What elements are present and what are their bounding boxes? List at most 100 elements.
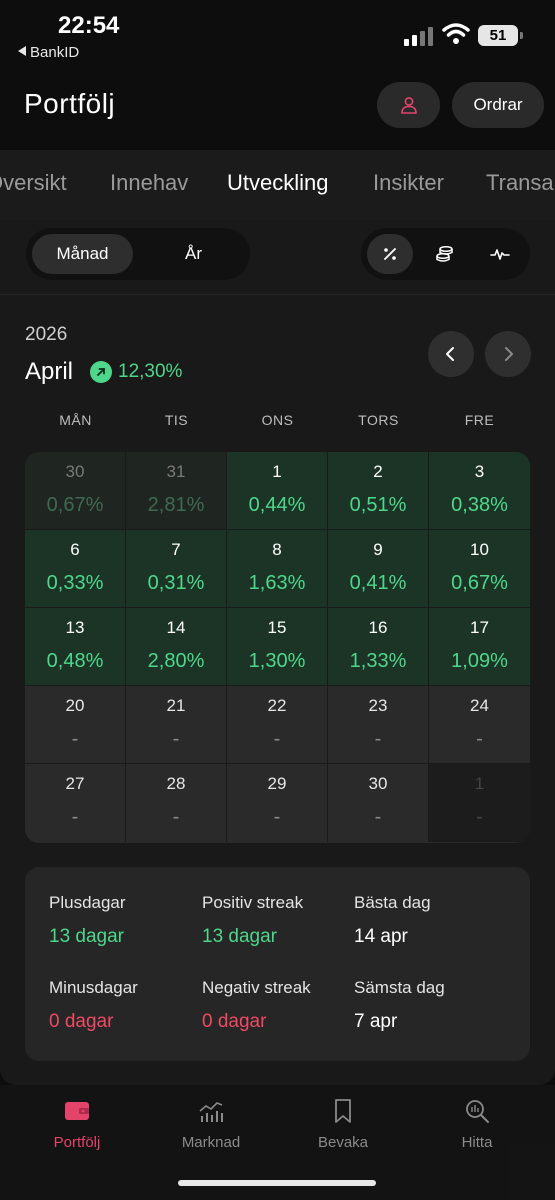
back-to-app-link[interactable]: BankID bbox=[18, 44, 79, 61]
best-day-value: 14 apr bbox=[354, 926, 408, 947]
calendar-day-cell[interactable]: 1 0,44% bbox=[227, 452, 328, 530]
calendar-day-cell[interactable]: 30 0,67% bbox=[25, 452, 126, 530]
day-change: - bbox=[374, 806, 382, 828]
day-change: 1,09% bbox=[451, 650, 508, 672]
market-chart-icon bbox=[199, 1102, 223, 1122]
day-change: - bbox=[476, 806, 483, 828]
calendar-day-cell[interactable]: 29 - bbox=[227, 764, 328, 842]
day-number: 20 bbox=[65, 696, 85, 715]
stats-panel: Plusdagar 13 dagar Positiv streak 13 dag… bbox=[25, 867, 530, 1061]
nav-portfolio-label: Portfölj bbox=[53, 1134, 101, 1151]
calendar-day-cell[interactable]: 6 0,33% bbox=[25, 530, 126, 608]
next-month-button[interactable] bbox=[485, 331, 531, 377]
percent-view-button[interactable] bbox=[367, 234, 413, 274]
nav-market-label: Marknad bbox=[181, 1134, 241, 1151]
minus-days-value: 0 dagar bbox=[49, 1011, 114, 1032]
profile-button[interactable] bbox=[377, 82, 440, 128]
worst-day-label: Sämsta dag bbox=[354, 978, 445, 997]
calendar-day-cell[interactable]: 17 1,09% bbox=[429, 608, 530, 686]
search-icon bbox=[466, 1100, 489, 1123]
day-change: 1,63% bbox=[248, 572, 306, 594]
day-number: 9 bbox=[373, 540, 383, 559]
calendar-day-cell[interactable]: 10 0,67% bbox=[429, 530, 530, 608]
positive-streak-value: 13 dagar bbox=[202, 926, 278, 947]
weekday-header: MÅN bbox=[59, 412, 92, 428]
day-change: 0,48% bbox=[46, 650, 104, 672]
nav-watch-label: Bevaka bbox=[317, 1134, 369, 1151]
calendar-day-cell[interactable]: 21 - bbox=[126, 686, 227, 764]
day-number: 29 bbox=[267, 774, 287, 793]
nav-find[interactable]: Hitta bbox=[408, 1085, 546, 1165]
day-number: 30 bbox=[65, 462, 85, 481]
period-year-option[interactable]: År bbox=[143, 234, 244, 274]
bookmark-icon bbox=[335, 1099, 351, 1123]
calendar-day-cell[interactable]: 28 - bbox=[126, 764, 227, 842]
calendar-day-cell[interactable]: 1- bbox=[429, 764, 530, 842]
day-change: 0,31% bbox=[147, 572, 205, 594]
section-tabs: Översikt Innehav Utveckling Insikter Tra… bbox=[0, 150, 555, 220]
day-change: - bbox=[71, 806, 79, 828]
pulse-chart-icon bbox=[490, 249, 510, 260]
period-toggle: Månad År bbox=[26, 228, 250, 280]
tab-insikter[interactable]: Insikter bbox=[373, 170, 444, 196]
period-month-option[interactable]: Månad bbox=[32, 234, 133, 274]
amount-view-button[interactable] bbox=[422, 234, 468, 274]
calendar-day-cell[interactable]: 23 - bbox=[328, 686, 429, 764]
orders-button[interactable]: Ordrar bbox=[452, 82, 544, 128]
calendar-day-cell[interactable]: 30 - bbox=[328, 764, 429, 842]
previous-month-button[interactable] bbox=[428, 331, 474, 377]
clock: 22:54 bbox=[58, 12, 120, 39]
negative-streak-value: 0 dagar bbox=[202, 1011, 267, 1032]
day-number: 13 bbox=[65, 618, 85, 637]
nav-portfolio[interactable]: Portfölj bbox=[8, 1085, 146, 1165]
nav-watch[interactable]: Bevaka bbox=[274, 1085, 412, 1165]
calendar-day-cell[interactable]: 27 - bbox=[25, 764, 126, 842]
tab-oversikt[interactable]: Översikt bbox=[0, 170, 67, 196]
day-change: - bbox=[273, 806, 281, 828]
day-number: 27 bbox=[65, 774, 85, 793]
day-number: 1 bbox=[474, 774, 485, 793]
home-indicator bbox=[178, 1180, 376, 1186]
day-change: 0,51% bbox=[349, 494, 407, 516]
day-change: 2,81% bbox=[147, 494, 205, 516]
calendar-day-cell[interactable]: 15 1,30% bbox=[227, 608, 328, 686]
calendar-day-cell[interactable]: 14 2,80% bbox=[126, 608, 227, 686]
day-change: - bbox=[476, 728, 483, 750]
tab-innehav[interactable]: Innehav bbox=[110, 170, 188, 196]
nav-market[interactable]: Marknad bbox=[142, 1085, 280, 1165]
calendar-day-cell[interactable]: 20 - bbox=[25, 686, 126, 764]
worst-day-value: 7 apr bbox=[354, 1011, 398, 1032]
minus-days-label: Minusdagar bbox=[49, 978, 138, 997]
calendar-day-cell[interactable]: 24 - bbox=[429, 686, 530, 764]
weekday-header: FRE bbox=[464, 412, 495, 428]
nav-find-label: Hitta bbox=[461, 1134, 493, 1151]
calendar-day-cell[interactable]: 16 1,33% bbox=[328, 608, 429, 686]
day-number: 17 bbox=[470, 618, 489, 637]
cellular-signal-icon bbox=[404, 26, 434, 46]
calendar-day-cell[interactable]: 3 0,38% bbox=[429, 452, 530, 530]
weekday-header: TIS bbox=[164, 412, 189, 428]
calendar-day-cell[interactable]: 22 - bbox=[227, 686, 328, 764]
calendar-day-cell[interactable]: 8 1,63% bbox=[227, 530, 328, 608]
calendar-day-cell[interactable]: 9 0,41% bbox=[328, 530, 429, 608]
day-change: - bbox=[172, 728, 180, 750]
tab-transaktioner[interactable]: Transaktioner bbox=[486, 170, 555, 196]
day-number: 1 bbox=[272, 462, 282, 481]
negative-streak-label: Negativ streak bbox=[202, 978, 311, 997]
calendar-day-cell[interactable]: 13 0,48% bbox=[25, 608, 126, 686]
calendar-day-cell[interactable]: 2 0,51% bbox=[328, 452, 429, 530]
calendar-day-cell[interactable]: 31 2,81% bbox=[126, 452, 227, 530]
weekday-header: ONS bbox=[261, 412, 294, 428]
percent-icon bbox=[384, 248, 396, 260]
day-number: 28 bbox=[166, 774, 186, 793]
day-change: 1,33% bbox=[349, 650, 407, 672]
day-number: 21 bbox=[166, 696, 186, 715]
day-change: - bbox=[273, 728, 281, 750]
tab-utveckling[interactable]: Utveckling bbox=[227, 170, 328, 196]
day-change: 0,67% bbox=[46, 494, 104, 516]
positive-streak-label: Positiv streak bbox=[202, 893, 304, 912]
chart-view-button[interactable] bbox=[477, 234, 523, 274]
calendar-day-cell[interactable]: 7 0,31% bbox=[126, 530, 227, 608]
person-icon bbox=[400, 97, 417, 114]
day-number: 24 bbox=[470, 696, 489, 715]
